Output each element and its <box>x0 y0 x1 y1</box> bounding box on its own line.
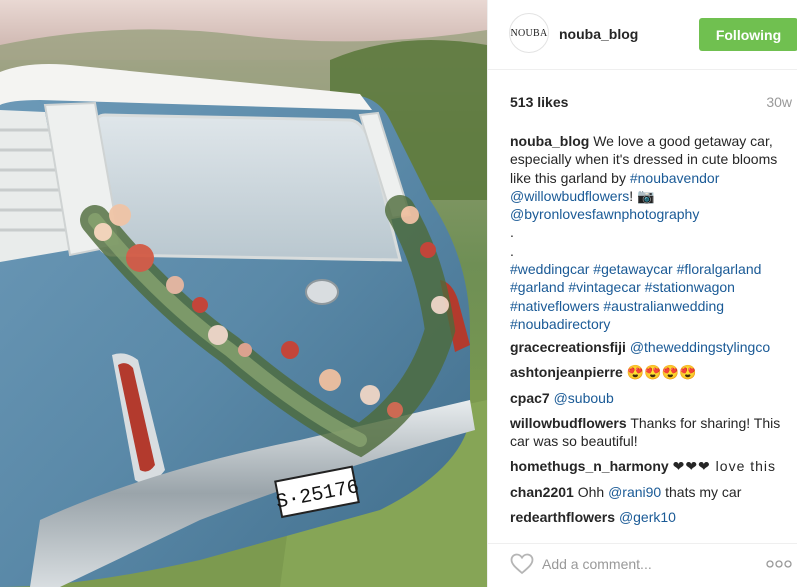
comment-author[interactable]: redearthflowers <box>510 509 615 525</box>
camera-icon: 📷 <box>637 187 655 204</box>
post-details-panel: NOUBA nouba_blog Following 513 likes 30w… <box>487 0 797 587</box>
caption-text: ! <box>629 187 638 204</box>
comment-text: ❤❤❤ love this <box>672 458 777 475</box>
hashtag-link[interactable]: #garland <box>510 279 565 295</box>
more-options-icon[interactable] <box>766 559 792 569</box>
hashtag-link[interactable]: #weddingcar <box>510 261 589 277</box>
comment-author[interactable]: cpac7 <box>510 390 550 406</box>
post-stats: 513 likes 30w <box>488 88 797 118</box>
comment-text: Ohh <box>577 483 605 500</box>
hashtag-link[interactable]: #getawaycar <box>593 261 672 277</box>
hashtag-link[interactable]: #noubavendor <box>630 170 720 186</box>
hashtag-link[interactable]: #noubadirectory <box>510 316 610 332</box>
comment-author[interactable]: gracecreationsfiji <box>510 339 626 355</box>
comment: homethugs_n_harmony ❤❤❤ love this <box>510 457 790 475</box>
heart-outline-icon[interactable] <box>510 553 534 575</box>
comment: chan2201 Ohh @rani90 thats my car <box>510 483 790 501</box>
comment-text: 😍😍😍😍 <box>626 364 697 381</box>
avatar-logo-text: NOUBA <box>510 27 548 39</box>
mention-link[interactable]: @suboub <box>554 390 614 406</box>
hashtag-link[interactable]: #australianwedding <box>603 298 724 314</box>
comment: ashtonjeanpierre 😍😍😍😍 <box>510 363 790 381</box>
comment: willowbudflowers Thanks for sharing! Thi… <box>510 414 790 451</box>
comment: redearthflowers @gerk10 <box>510 508 790 526</box>
caption-dot: . <box>510 242 514 259</box>
caption-author[interactable]: nouba_blog <box>510 133 589 149</box>
comment-author[interactable]: homethugs_n_harmony <box>510 458 669 474</box>
caption: nouba_blog We love a good getaway car, e… <box>510 132 788 333</box>
hashtag-link[interactable]: #nativeflowers <box>510 298 600 314</box>
following-button[interactable]: Following <box>699 18 797 51</box>
post-age[interactable]: 30w <box>766 94 792 110</box>
hashtag-link[interactable]: #stationwagon <box>645 279 735 295</box>
post-modal: S·25176 NOUBA nouba_blog Following 513 l… <box>0 0 797 587</box>
post-header: NOUBA nouba_blog Following <box>488 0 797 70</box>
post-photo[interactable]: S·25176 <box>0 0 487 587</box>
hashtag-link[interactable]: #floralgarland <box>677 261 762 277</box>
comment-author[interactable]: chan2201 <box>510 484 574 500</box>
mention-link[interactable]: @theweddingstylingco <box>630 339 770 355</box>
likes-count[interactable]: 513 likes <box>510 94 568 110</box>
hashtag-link[interactable]: #vintagecar <box>568 279 640 295</box>
add-comment-bar <box>488 543 797 587</box>
comment-list: gracecreationsfiji @theweddingstylingco … <box>510 338 790 533</box>
mention-link[interactable]: @rani90 <box>608 484 661 500</box>
mention-link[interactable]: @gerk10 <box>619 509 676 525</box>
comment-text: thats my car <box>665 483 742 500</box>
car-photo-illustration: S·25176 <box>0 0 487 587</box>
comment-author[interactable]: willowbudflowers <box>510 415 627 431</box>
username-link[interactable]: nouba_blog <box>559 26 638 42</box>
comment: gracecreationsfiji @theweddingstylingco <box>510 338 790 356</box>
avatar[interactable]: NOUBA <box>509 13 549 53</box>
add-comment-input[interactable] <box>542 552 742 576</box>
comment: cpac7 @suboub <box>510 389 790 407</box>
mention-link[interactable]: @willowbudflowers <box>510 188 629 204</box>
comment-author[interactable]: ashtonjeanpierre <box>510 364 623 380</box>
mention-link[interactable]: @byronlovesfawnphotography <box>510 206 699 222</box>
caption-dot: . <box>510 224 514 241</box>
